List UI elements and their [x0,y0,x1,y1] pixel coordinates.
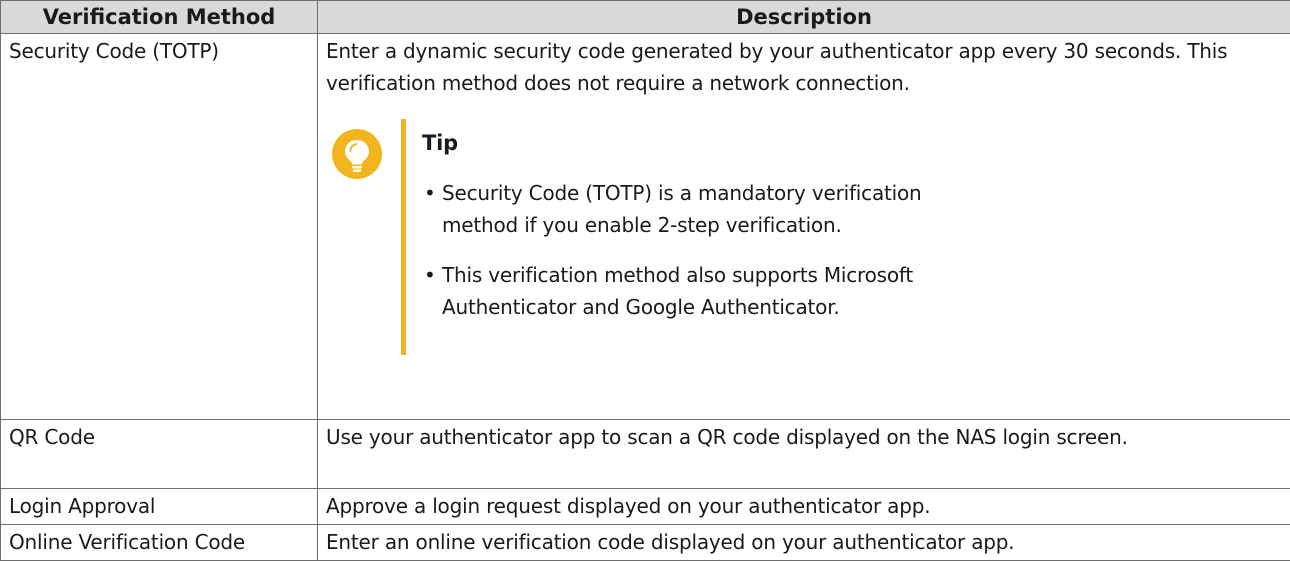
table-row: QR Code Use your authenticator app to sc… [1,420,1290,489]
description-cell: Approve a login request displayed on you… [318,489,1290,525]
list-item: •This verification method also supports … [422,259,1002,323]
table-row: Security Code (TOTP) Enter a dynamic sec… [1,34,1290,420]
tip-accent-bar [401,119,406,355]
bullet-icon: • [424,259,436,291]
method-cell: QR Code [1,420,318,489]
header-description: Description [318,1,1290,34]
description-text: Enter a dynamic security code generated … [326,35,1282,99]
lightbulb-icon [332,129,382,179]
tip-list: •Security Code (TOTP) is a mandatory ver… [422,177,1282,323]
table-header-row: Verification Method Description [1,1,1290,34]
list-item: •Security Code (TOTP) is a mandatory ver… [422,177,1002,241]
method-cell: Online Verification Code [1,525,318,561]
tip-item-text: This verification method also supports M… [442,263,913,319]
header-verification-method: Verification Method [1,1,318,34]
description-cell: Use your authenticator app to scan a QR … [318,420,1290,489]
verification-methods-table: Verification Method Description Security… [0,0,1290,561]
bullet-icon: • [424,177,436,209]
tip-body: Tip •Security Code (TOTP) is a mandatory… [422,119,1282,323]
tip-title: Tip [422,127,1282,159]
description-cell: Enter an online verification code displa… [318,525,1290,561]
tip-callout: Tip •Security Code (TOTP) is a mandatory… [326,119,1282,355]
table-row: Online Verification Code Enter an online… [1,525,1290,561]
description-cell: Enter a dynamic security code generated … [318,34,1290,420]
table-row: Login Approval Approve a login request d… [1,489,1290,525]
method-cell: Security Code (TOTP) [1,34,318,420]
method-cell: Login Approval [1,489,318,525]
tip-item-text: Security Code (TOTP) is a mandatory veri… [442,181,922,237]
